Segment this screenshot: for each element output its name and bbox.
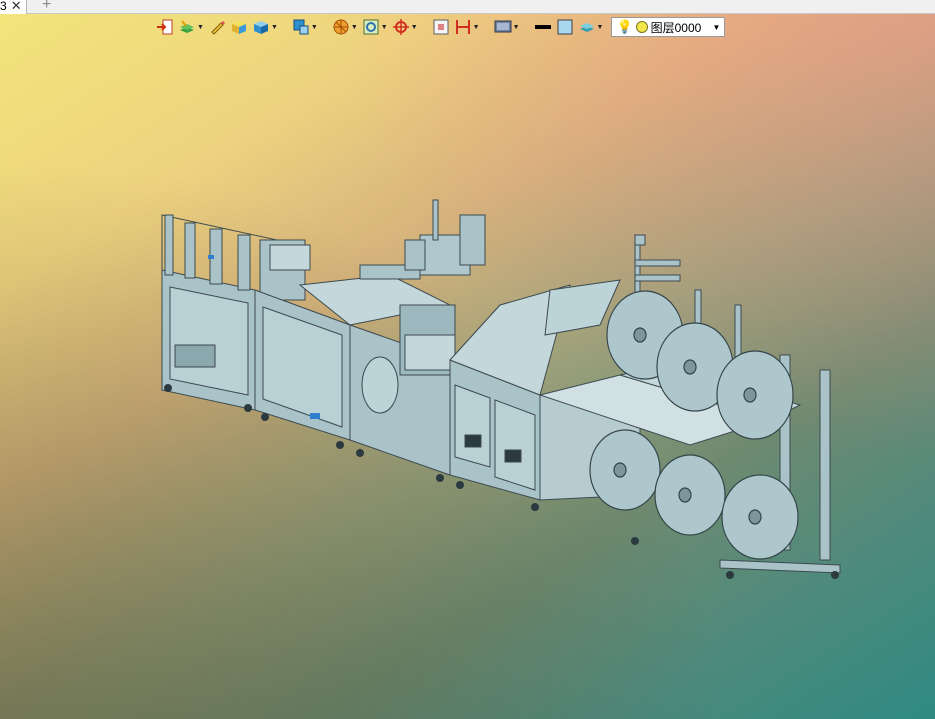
chevron-down-icon[interactable]: ▼: [197, 24, 204, 31]
crosshair-button[interactable]: ▼: [392, 17, 418, 37]
pencil-icon: [211, 21, 225, 35]
3d-viewport[interactable]: 3 ✕ + ▼ ▼ ▼ ▼ ▼ ▼ ▼ ▼ ▼ 💡 图层0000 ▼: [0, 0, 935, 719]
chevron-down-icon[interactable]: ▼: [381, 24, 388, 31]
layer-button[interactable]: ▼: [578, 17, 604, 37]
chevron-down-icon[interactable]: ▼: [271, 24, 278, 31]
line-color-button[interactable]: [534, 17, 552, 37]
frame-button[interactable]: [432, 17, 450, 37]
view-toolbar: ▼ ▼ ▼ ▼ ▼ ▼ ▼ ▼ ▼ 💡 图层0000 ▼: [156, 17, 726, 37]
layer-icon: [579, 23, 594, 32]
document-tab-strip: 3 ✕ +: [0, 0, 935, 14]
display-button[interactable]: ▼: [494, 17, 520, 37]
view-cube-button[interactable]: ▼: [292, 17, 318, 37]
crosshair-icon: [392, 19, 409, 35]
layer-select[interactable]: 💡 图层0000 ▼: [611, 17, 726, 37]
chevron-down-icon[interactable]: ▼: [351, 24, 358, 31]
layer-select-value: 图层0000: [650, 20, 702, 35]
layer-color-swatch: [635, 21, 648, 33]
document-tab[interactable]: 3 ✕: [0, 0, 27, 14]
layer-stack-button[interactable]: ▼: [178, 17, 204, 37]
line-color-icon: [534, 25, 551, 29]
dimension-icon: [455, 20, 470, 34]
new-tab-button[interactable]: +: [42, 0, 51, 14]
chevron-down-icon[interactable]: ▼: [411, 24, 418, 31]
frame-icon: [433, 19, 449, 35]
pencil-button[interactable]: [208, 17, 226, 37]
view-cube-icon: [293, 19, 309, 35]
document-tab-label: 3: [0, 0, 7, 13]
import-icon: [157, 19, 173, 35]
section-orange-icon: [333, 19, 349, 35]
fill-color-button[interactable]: [556, 17, 574, 37]
section-button[interactable]: ▼: [332, 17, 358, 37]
cad-model[interactable]: [150, 195, 850, 595]
close-icon[interactable]: ✕: [11, 0, 22, 14]
box-blue-icon: [253, 21, 268, 34]
display-icon: [494, 20, 512, 33]
lightbulb-icon[interactable]: 💡: [616, 19, 632, 35]
render-mode-icon: [363, 19, 379, 35]
dimension-button[interactable]: ▼: [454, 17, 480, 37]
chevron-down-icon[interactable]: ▼: [311, 24, 318, 31]
box-yellow-button[interactable]: [230, 17, 248, 37]
chevron-down-icon[interactable]: ▼: [473, 24, 480, 31]
box-blue-button[interactable]: ▼: [252, 17, 278, 37]
layer-stack-icon: [180, 20, 194, 33]
chevron-down-icon[interactable]: ▼: [513, 24, 520, 31]
render-mode-button[interactable]: ▼: [362, 17, 388, 37]
chevron-down-icon[interactable]: ▼: [597, 24, 604, 31]
box-yellow-icon: [231, 21, 246, 34]
fill-color-icon: [557, 19, 572, 35]
import-button[interactable]: [156, 17, 174, 37]
chevron-down-icon[interactable]: ▼: [713, 23, 721, 32]
